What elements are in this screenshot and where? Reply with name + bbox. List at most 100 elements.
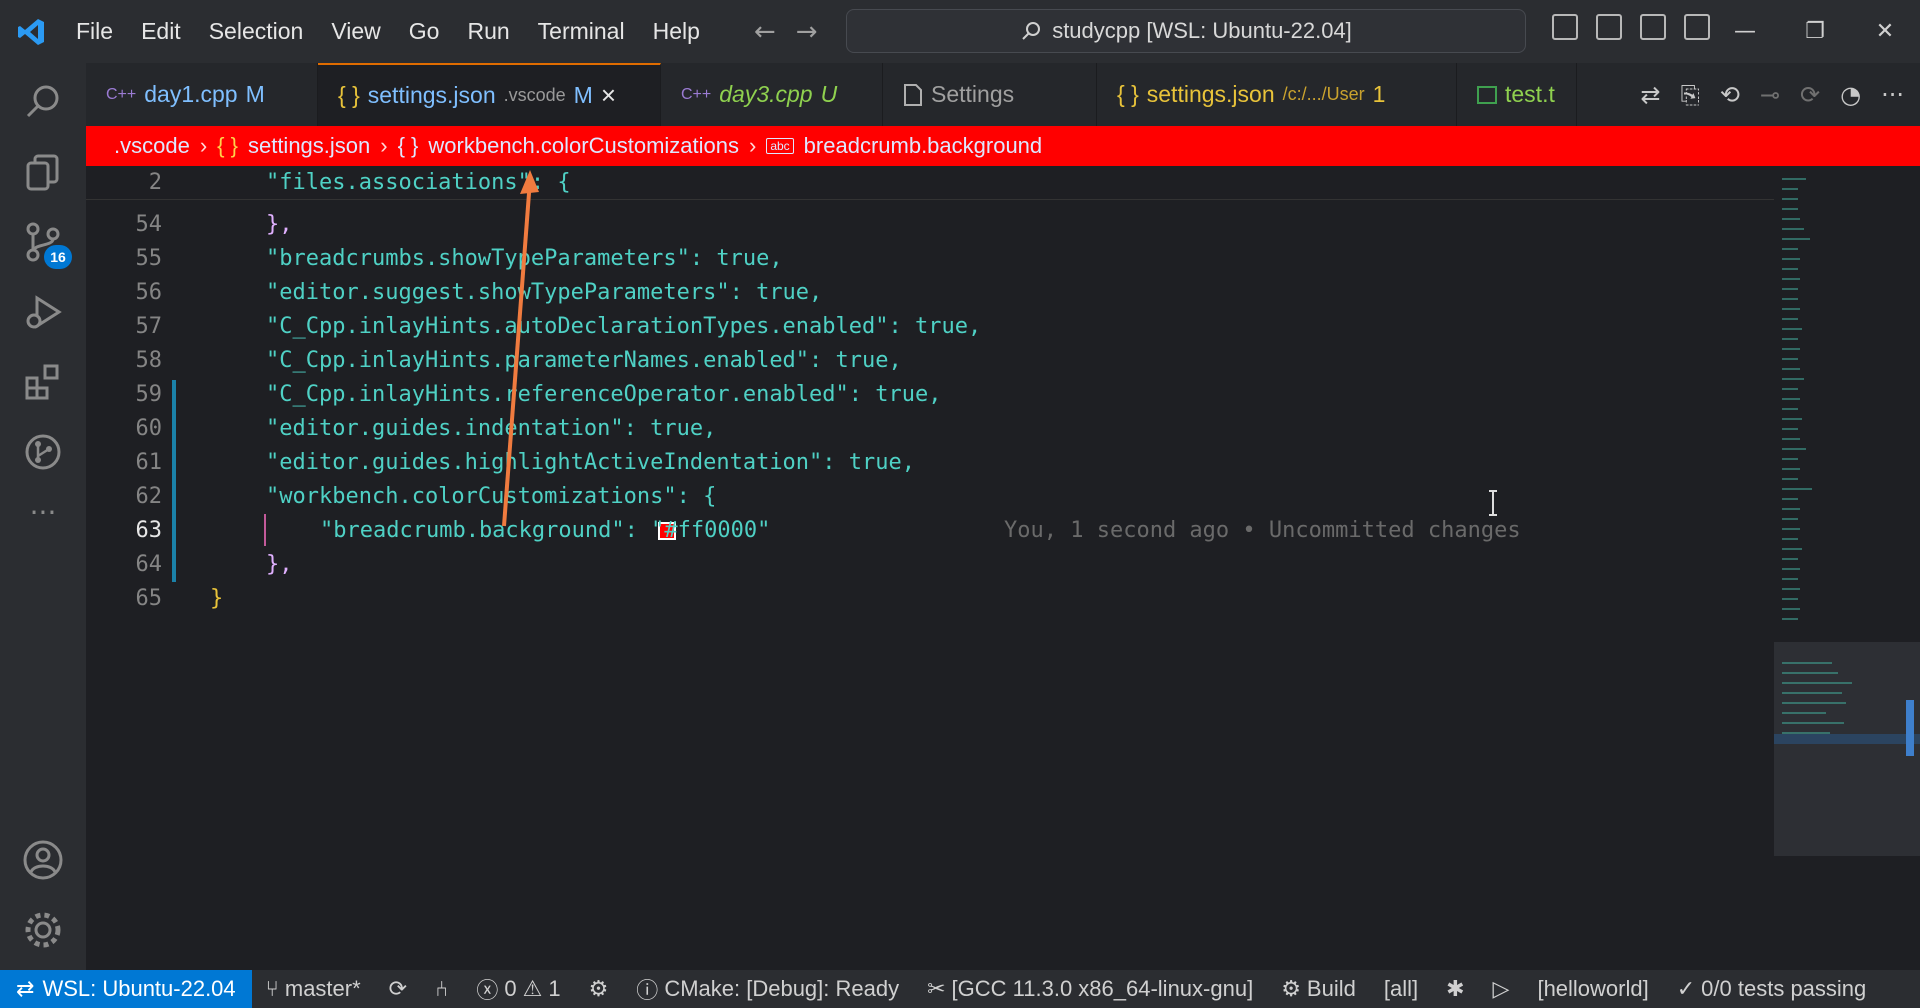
debug-icon: ⚙ xyxy=(588,976,609,1001)
json-file-icon: { } xyxy=(338,82,360,108)
tab-test[interactable]: test.t xyxy=(1457,63,1577,126)
accounts-icon[interactable] xyxy=(0,825,86,895)
line-number: 2 xyxy=(148,170,162,195)
check-icon: ✓ xyxy=(1676,976,1696,1001)
tab-status: U xyxy=(820,81,838,107)
remote-label: WSL: Ubuntu-22.04 xyxy=(42,976,236,1001)
tab-settings-ui[interactable]: Settings xyxy=(883,63,1097,126)
menu-go[interactable]: Go xyxy=(395,18,454,45)
breadcrumb-item-settings-json[interactable]: settings.json xyxy=(248,133,370,159)
toggle-secondary-sidebar-icon[interactable] xyxy=(1640,14,1666,40)
menu-run[interactable]: Run xyxy=(453,18,523,45)
menu-edit[interactable]: Edit xyxy=(127,18,195,45)
kit-label: [GCC 11.3.0 x86_64-linux-gnu] xyxy=(951,976,1254,1001)
tests-label: 0/0 tests passing xyxy=(1701,976,1867,1001)
breadcrumb: .vscode › { } settings.json › { } workbe… xyxy=(86,126,1920,166)
breadcrumb-item-color-customizations[interactable]: workbench.colorCustomizations xyxy=(428,133,739,159)
close-window-icon[interactable]: ✕ xyxy=(1850,0,1920,63)
sticky-scroll[interactable]: 2 "files.associations": { xyxy=(86,166,1774,200)
line-number-current: 63 xyxy=(135,518,163,543)
launch-target[interactable]: [helloworld] xyxy=(1523,976,1662,1002)
remote-indicator[interactable]: ⇄ WSL: Ubuntu-22.04 xyxy=(0,970,252,1008)
code-editor[interactable]: 2 "files.associations": { 54 }, 55 "brea… xyxy=(86,166,1774,970)
customize-layout-icon[interactable] xyxy=(1684,14,1710,40)
build-target[interactable]: [all] xyxy=(1370,976,1432,1002)
menu-file[interactable]: File xyxy=(62,18,127,45)
line-number: 56 xyxy=(135,280,163,305)
build-button[interactable]: ⚙ Build xyxy=(1267,976,1370,1002)
git-commit-icon[interactable]: ⊸ xyxy=(1760,81,1780,109)
git-branch-icon: ⑂ xyxy=(265,976,279,1001)
line-number: 61 xyxy=(135,450,163,475)
text-cursor-icon xyxy=(1488,490,1498,516)
line-number: 62 xyxy=(135,484,163,509)
json-file-icon: { } xyxy=(1117,81,1139,107)
line-number: 64 xyxy=(135,552,163,577)
code-line: } xyxy=(210,586,224,611)
compare-changes-icon[interactable]: ⇄ xyxy=(1641,81,1661,109)
tab-settings-json-vscode[interactable]: { } settings.json .vscode M × xyxy=(318,63,661,126)
error-icon: ⓧ xyxy=(476,978,499,1003)
test-status[interactable]: ✓ 0/0 tests passing xyxy=(1663,976,1881,1002)
forward-arrow-icon[interactable]: → xyxy=(796,17,818,47)
title-bar: File Edit Selection View Go Run Terminal… xyxy=(0,0,1920,63)
debug-target-button[interactable]: ✱ xyxy=(1432,976,1478,1002)
minimap[interactable] xyxy=(1774,166,1920,856)
debug-status[interactable]: ⚙ xyxy=(575,976,623,1002)
menu-help[interactable]: Help xyxy=(639,18,714,45)
next-change-icon[interactable]: ⟳ xyxy=(1800,81,1820,109)
sync-button[interactable]: ⟳ xyxy=(375,976,421,1002)
tab-day1-cpp[interactable]: C++ day1.cpp M xyxy=(86,63,318,126)
error-count: 0 xyxy=(504,976,517,1001)
explorer-icon[interactable] xyxy=(0,137,86,207)
cmake-label: CMake: [Debug]: Ready xyxy=(664,976,900,1001)
line-number: 57 xyxy=(135,314,163,339)
git-graph-button[interactable]: ⑃ xyxy=(421,976,462,1002)
close-icon[interactable]: × xyxy=(601,80,616,111)
minimap-viewport[interactable] xyxy=(1774,642,1920,856)
menu-terminal[interactable]: Terminal xyxy=(524,18,639,45)
open-changes-icon[interactable]: ⎘ xyxy=(1681,81,1700,109)
run-debug-icon[interactable] xyxy=(0,277,86,347)
tab-label: Settings xyxy=(931,81,1015,107)
git-modified-gutter[interactable] xyxy=(172,380,176,582)
timeline-icon[interactable]: ◔ xyxy=(1840,81,1861,109)
run-button[interactable]: ▷ xyxy=(1479,976,1524,1002)
kit-status[interactable]: ✂ [GCC 11.3.0 x86_64-linux-gnu] xyxy=(913,976,1267,1002)
back-arrow-icon[interactable]: ← xyxy=(754,17,776,47)
more-icon[interactable]: ··· xyxy=(0,477,86,547)
menu-view[interactable]: View xyxy=(317,18,394,45)
toggle-panel-icon[interactable] xyxy=(1596,14,1622,40)
code-line: "editor.guides.highlightActiveIndentatio… xyxy=(266,450,916,475)
menu-selection[interactable]: Selection xyxy=(195,18,318,45)
warning-count: 1 xyxy=(548,976,561,1001)
git-blame-annotation: You, 1 second ago • Uncommitted changes xyxy=(1004,518,1521,543)
indent-guide xyxy=(264,514,266,546)
branch-status[interactable]: ⑂ master* xyxy=(252,976,375,1002)
object-icon: { } xyxy=(397,133,419,158)
search-view-icon[interactable] xyxy=(0,67,86,137)
previous-change-icon[interactable]: ⟲ xyxy=(1720,81,1740,109)
settings-gear-icon[interactable] xyxy=(0,895,86,965)
tab-label: settings.json xyxy=(1146,81,1275,107)
source-control-icon[interactable]: 16 xyxy=(0,207,86,277)
extensions-icon[interactable] xyxy=(0,347,86,417)
search-icon xyxy=(1022,22,1041,40)
minimize-icon[interactable]: — xyxy=(1710,0,1780,63)
table-icon xyxy=(1477,85,1497,104)
problems-status[interactable]: ⓧ 0 ⚠ 1 xyxy=(462,973,574,1005)
chevron-right-icon: › xyxy=(748,133,757,158)
more-actions-icon[interactable]: ··· xyxy=(1881,81,1904,109)
tab-day3-cpp[interactable]: C++ day3.cpp U xyxy=(661,63,883,126)
layout-controls xyxy=(1552,14,1710,40)
toggle-primary-sidebar-icon[interactable] xyxy=(1552,14,1578,40)
command-center[interactable]: studycpp [WSL: Ubuntu-22.04] xyxy=(846,9,1526,53)
tab-settings-json-user[interactable]: { } settings.json /c:/.../User 1 xyxy=(1097,63,1457,126)
line-number: 65 xyxy=(135,586,163,611)
breadcrumb-item-vscode[interactable]: .vscode xyxy=(114,133,190,159)
restore-icon[interactable]: ❐ xyxy=(1780,0,1850,63)
scm-badge: 16 xyxy=(44,245,72,269)
cmake-status[interactable]: ⓘ CMake: [Debug]: Ready xyxy=(622,973,913,1005)
line-number: 59 xyxy=(135,382,163,407)
breadcrumb-item-breadcrumb-background[interactable]: breadcrumb.background xyxy=(804,133,1042,159)
